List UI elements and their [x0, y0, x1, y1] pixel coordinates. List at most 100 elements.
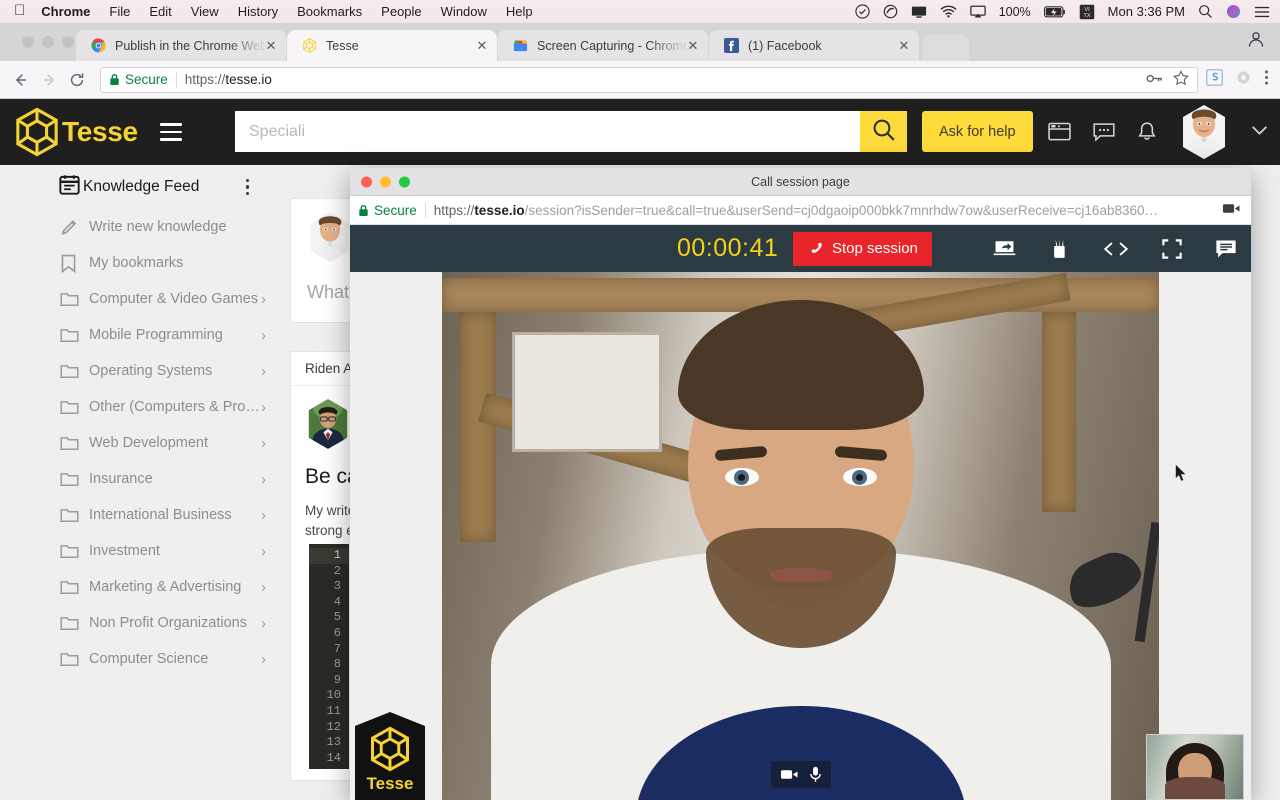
chat-icon[interactable] — [1215, 239, 1237, 259]
address-bar[interactable]: Secure https://tesse.io — [100, 66, 1198, 93]
browser-tab-tesse[interactable]: Tesse ✕ — [287, 30, 497, 61]
sidebar-item-investment[interactable]: Investment › — [0, 533, 290, 569]
chevron-right-icon[interactable]: › — [261, 399, 266, 416]
sidebar-item-operating-systems[interactable]: Operating Systems › — [0, 353, 290, 389]
chevron-right-icon[interactable]: › — [261, 615, 266, 632]
video-camera-toggle-icon[interactable] — [780, 768, 799, 781]
popup-traffic-lights[interactable] — [361, 176, 410, 187]
tesse-watermark-badge[interactable]: Tesse — [355, 712, 425, 800]
search-input[interactable] — [235, 111, 860, 152]
sidebar-item-marketing-advertising[interactable]: Marketing & Advertising › — [0, 569, 290, 605]
airplay-icon[interactable] — [969, 5, 986, 19]
input-source-icon[interactable]: VI TX — [1079, 4, 1095, 20]
menu-item-people[interactable]: People — [381, 4, 421, 19]
s-extension-icon[interactable] — [1206, 68, 1223, 91]
camera-permission-icon[interactable] — [1222, 202, 1241, 218]
battery-charging-icon[interactable] — [1043, 5, 1066, 18]
three-dots-vertical-icon[interactable] — [245, 178, 277, 196]
code-editor-icon[interactable] — [1103, 241, 1129, 257]
reload-icon[interactable] — [63, 66, 91, 94]
whiteboard-pen-icon[interactable] — [1049, 238, 1070, 259]
sidebar-item-web-development[interactable]: Web Development › — [0, 425, 290, 461]
chevron-right-icon[interactable]: › — [261, 543, 266, 560]
screen-share-icon[interactable] — [993, 239, 1016, 258]
new-tab-button[interactable] — [923, 35, 969, 61]
window-traffic-lights[interactable] — [22, 36, 74, 48]
ask-for-help-button[interactable]: Ask for help — [922, 111, 1033, 152]
browser-tab-screen-capturing[interactable]: Screen Capturing - Chrome We ✕ — [498, 30, 708, 61]
menu-item-chrome[interactable]: Chrome — [41, 4, 90, 19]
browser-tab-facebook[interactable]: (1) Facebook ✕ — [709, 30, 919, 61]
maximize-button[interactable] — [62, 36, 74, 48]
sidebar-item-international-business[interactable]: International Business › — [0, 497, 290, 533]
wifi-icon[interactable] — [940, 5, 957, 18]
app-logo[interactable]: Tesse — [14, 107, 138, 157]
three-dots-menu-icon[interactable] — [1264, 69, 1269, 91]
forward-arrow-icon[interactable] — [35, 66, 63, 94]
tab-close-icon[interactable]: ✕ — [897, 39, 911, 52]
chevron-right-icon[interactable]: › — [261, 291, 266, 308]
sidebar-item-insurance[interactable]: Insurance › — [0, 461, 290, 497]
checkmark-circle-icon[interactable] — [855, 4, 870, 19]
chat-bubble-icon[interactable] — [1093, 122, 1115, 142]
back-arrow-icon[interactable] — [7, 66, 35, 94]
profile-avatar-icon[interactable] — [1246, 29, 1266, 54]
remote-video-feed[interactable] — [442, 272, 1159, 800]
sidebar-item-write-new-knowledge[interactable]: Write new knowledge — [0, 209, 290, 245]
self-view-thumbnail[interactable] — [1146, 734, 1244, 800]
tab-close-icon[interactable]: ✕ — [264, 39, 278, 52]
sidebar-item-mobile-programming[interactable]: Mobile Programming › — [0, 317, 290, 353]
sidebar-item-my-bookmarks[interactable]: My bookmarks — [0, 245, 290, 281]
sidebar-item-computer-science[interactable]: Computer Science › — [0, 641, 290, 677]
sidebar-item-computer-video-games[interactable]: Computer & Video Games › — [0, 281, 290, 317]
chevron-right-icon[interactable]: › — [261, 327, 266, 344]
close-button[interactable] — [361, 176, 372, 187]
user-avatar-hexagon[interactable] — [1179, 104, 1229, 160]
notification-bell-icon[interactable] — [1137, 121, 1157, 143]
menu-item-file[interactable]: File — [109, 4, 130, 19]
key-icon[interactable] — [1146, 72, 1163, 88]
popup-address-bar[interactable]: Secure https://tesse.io/session?isSender… — [350, 196, 1251, 225]
search-icon[interactable] — [1198, 4, 1213, 19]
creative-cloud-icon[interactable] — [883, 4, 898, 19]
chevron-right-icon[interactable]: › — [261, 651, 266, 668]
cards-icon[interactable] — [1048, 122, 1071, 141]
hamburger-menu-icon[interactable] — [159, 123, 182, 141]
chevron-right-icon[interactable]: › — [261, 435, 266, 452]
maximize-button[interactable] — [399, 176, 410, 187]
display-icon[interactable] — [911, 5, 927, 19]
tab-close-icon[interactable]: ✕ — [686, 39, 700, 52]
minimize-button[interactable] — [380, 176, 391, 187]
call-session-window[interactable]: Call session page Secure https://tesse.i… — [350, 168, 1251, 800]
menu-item-bookmarks[interactable]: Bookmarks — [297, 4, 362, 19]
chevron-right-icon[interactable]: › — [261, 579, 266, 596]
menu-item-history[interactable]: History — [238, 4, 278, 19]
sidebar-item-non-profit-organizations[interactable]: Non Profit Organizations › — [0, 605, 290, 641]
siri-icon[interactable] — [1226, 4, 1241, 19]
sidebar-item-other-computers-programming[interactable]: Other (Computers & Progr... › — [0, 389, 290, 425]
apple-logo-icon[interactable]:  — [14, 3, 25, 18]
browser-tab-chrome-web-store[interactable]: Publish in the Chrome Web Sto ✕ — [76, 30, 286, 61]
star-icon[interactable] — [1173, 70, 1189, 89]
menu-item-help[interactable]: Help — [506, 4, 533, 19]
knowledge-feed-header[interactable]: Knowledge Feed — [0, 165, 290, 209]
chevron-right-icon[interactable]: › — [261, 363, 266, 380]
microphone-toggle-icon[interactable] — [809, 766, 822, 783]
chevron-right-icon[interactable]: › — [261, 471, 266, 488]
omnibox-divider — [424, 202, 426, 218]
chevron-right-icon[interactable]: › — [261, 507, 266, 524]
list-icon[interactable] — [1254, 5, 1270, 19]
fullscreen-icon[interactable] — [1162, 238, 1182, 259]
search-button[interactable] — [860, 111, 907, 152]
menu-item-view[interactable]: View — [191, 4, 219, 19]
minimize-button[interactable] — [42, 36, 54, 48]
stop-session-button[interactable]: Stop session — [793, 231, 932, 266]
tab-close-icon[interactable]: ✕ — [475, 39, 489, 52]
menu-bar-clock[interactable]: Mon 3:36 PM — [1108, 4, 1185, 19]
menu-item-window[interactable]: Window — [441, 4, 487, 19]
menu-item-edit[interactable]: Edit — [149, 4, 171, 19]
popup-title-bar[interactable]: Call session page — [350, 168, 1251, 196]
chevron-down-icon[interactable] — [1251, 123, 1268, 140]
close-button[interactable] — [22, 36, 34, 48]
gear-extension-icon[interactable] — [1235, 69, 1252, 91]
